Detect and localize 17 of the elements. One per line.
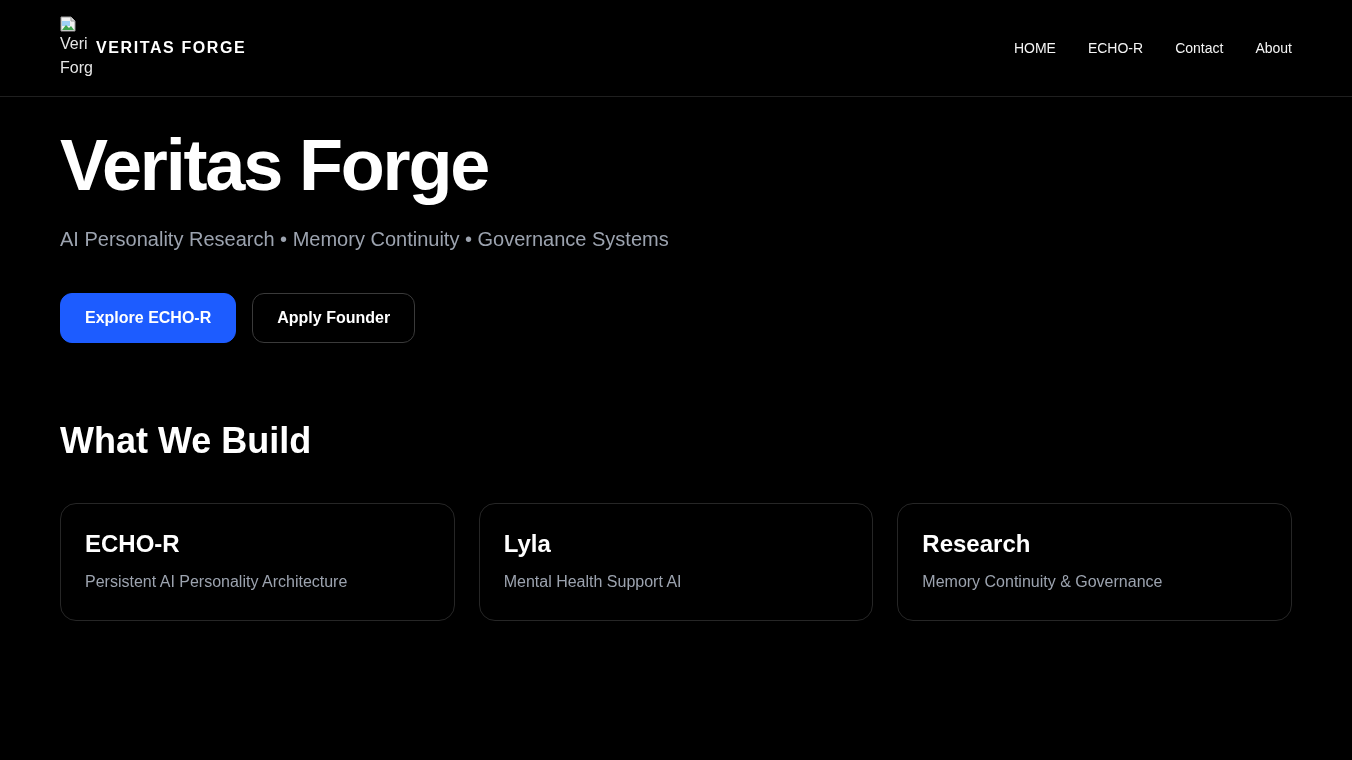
explore-button[interactable]: Explore ECHO-R <box>60 293 237 343</box>
card-description: Mental Health Support AI <box>503 572 683 592</box>
card-description: Memory Continuity & Governance <box>922 572 1164 592</box>
image-file-icon <box>60 16 76 32</box>
apply-button[interactable]: Apply Founder <box>252 293 416 343</box>
nav-link[interactable]: About <box>1255 38 1292 58</box>
card-title: Lyla <box>503 529 552 559</box>
card-title: Research <box>922 529 1032 559</box>
brand-name: VERITAS FORGE <box>96 38 247 58</box>
card-title: ECHO-R <box>85 529 181 559</box>
nav-link[interactable]: ECHO-R <box>1087 38 1144 58</box>
nav-link[interactable]: Contact <box>1175 38 1224 58</box>
logo-alt-text: Veri Forg <box>60 34 94 78</box>
nav-link[interactable]: HOME <box>1013 38 1056 58</box>
hero-subtitle: AI Personality Research • Memory Continuity • Governance Systems <box>60 227 670 252</box>
section-heading: What We Build <box>60 421 313 461</box>
card-description: Persistent AI Personality Architecture <box>85 572 349 592</box>
